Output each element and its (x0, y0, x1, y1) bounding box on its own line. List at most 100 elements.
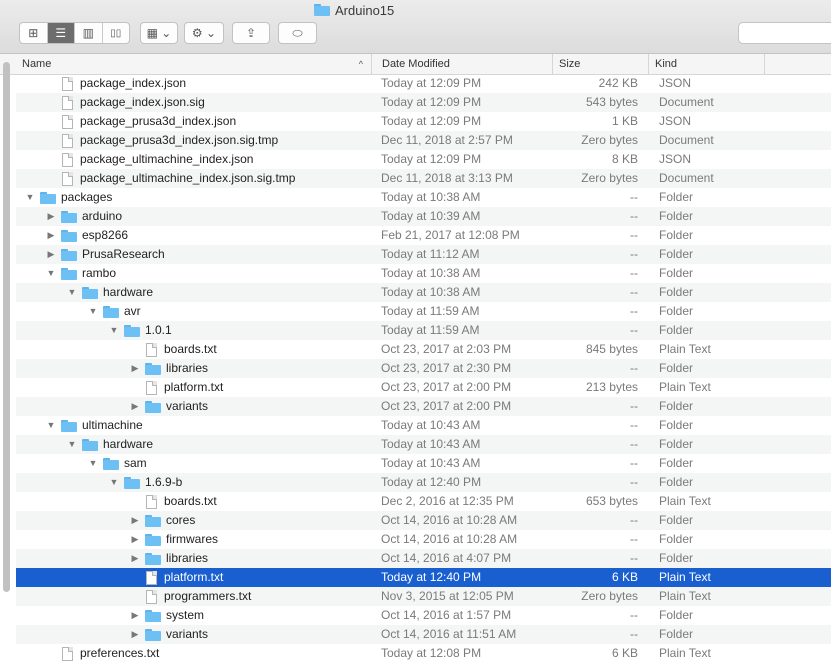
list-view-icon[interactable]: ☰ (47, 23, 75, 43)
disclosure-expanded-icon[interactable]: ▼ (108, 473, 120, 492)
file-name: package_ultimachine_index.json (80, 152, 254, 166)
folder-row[interactable]: ▶ system Oct 14, 2016 at 1:57 PM -- Folder (16, 606, 831, 625)
disclosure-collapsed-icon[interactable]: ▶ (45, 207, 57, 226)
size-cell: -- (630, 551, 638, 565)
kind-cell: Folder (659, 627, 694, 641)
file-row[interactable]: package_prusa3d_index.json.sig.tmp Dec 11… (16, 131, 831, 150)
folder-row[interactable]: ▶ arduino Today at 10:39 AM -- Folder (16, 207, 831, 226)
file-name: 1.6.9-b (145, 475, 183, 489)
kind-cell: Folder (659, 361, 694, 375)
scrollbar-thumb[interactable] (3, 62, 10, 592)
file-name: platform.txt (164, 570, 224, 584)
toolbar: Arduino15 ⊞ ☰ ▥ ▯▯ ▦ ⌄ ⚙ ⌄ ⇪ ⬭ (0, 0, 831, 54)
file-row[interactable]: boards.txt Dec 2, 2016 at 12:35 PM 653 byt… (16, 492, 831, 511)
file-name: package_index.json (80, 76, 187, 90)
disclosure-expanded-icon[interactable]: ▼ (66, 283, 78, 302)
folder-row[interactable]: ▶ libraries Oct 23, 2017 at 2:30 PM -- Folde… (16, 359, 831, 378)
file-row[interactable]: package_index.json.sig Today at 12:09 PM 5… (16, 93, 831, 112)
folder-row[interactable]: ▶ variants Oct 14, 2016 at 11:51 AM -- Folde… (16, 625, 831, 644)
folder-row[interactable]: ▼ 1.0.1 Today at 11:59 AM -- Folder (16, 321, 831, 340)
kind-cell: JSON (659, 114, 692, 128)
folder-row[interactable]: ▼ avr Today at 11:59 AM -- Folder (16, 302, 831, 321)
disclosure-expanded-icon[interactable]: ▼ (87, 302, 99, 321)
icon-view-icon[interactable]: ⊞ (20, 23, 48, 43)
disclosure-expanded-icon[interactable]: ▼ (108, 321, 120, 340)
disclosure-expanded-icon[interactable]: ▼ (45, 416, 57, 435)
folder-row[interactable]: ▼ rambo Today at 10:38 AM -- Folder (16, 264, 831, 283)
disclosure-collapsed-icon[interactable]: ▶ (129, 397, 141, 416)
disclosure-collapsed-icon[interactable]: ▶ (129, 530, 141, 549)
tag-icon: ⬭ (292, 25, 303, 40)
kind-column-header[interactable]: Kind (649, 54, 765, 74)
column-view-icon[interactable]: ▥ (75, 23, 103, 43)
kind-cell: Plain Text (659, 342, 711, 356)
folder-icon (82, 286, 98, 299)
folder-row[interactable]: ▼ 1.6.9-b Today at 12:40 PM -- Folder (16, 473, 831, 492)
folder-row[interactable]: ▼ packages Today at 10:38 AM -- Folder (16, 188, 831, 207)
folder-row[interactable]: ▼ ultimachine Today at 10:43 AM -- Folder (16, 416, 831, 435)
folder-icon (61, 419, 77, 432)
document-icon (146, 380, 157, 395)
file-row[interactable]: package_prusa3d_index.json Today at 12:09… (16, 112, 831, 131)
folder-row[interactable]: ▶ esp8266 Feb 21, 2017 at 12:08 PM -- Folder (16, 226, 831, 245)
folder-row[interactable]: ▶ firmwares Oct 14, 2016 at 10:28 AM -- Fold… (16, 530, 831, 549)
file-name: sam (124, 456, 147, 470)
arrange-button[interactable]: ▦ ⌄ (140, 22, 178, 44)
cover-flow-icon[interactable]: ▯▯ (103, 23, 130, 43)
file-row[interactable]: platform.txt Oct 23, 2017 at 2:00 PM 213 b… (16, 378, 831, 397)
kind-cell: Folder (659, 323, 694, 337)
share-icon: ⇪ (245, 26, 257, 40)
file-row[interactable]: package_index.json Today at 12:09 PM 242 K… (16, 74, 831, 93)
disclosure-collapsed-icon[interactable]: ▶ (129, 359, 141, 378)
vertical-scrollbar[interactable] (3, 58, 11, 658)
disclosure-collapsed-icon[interactable]: ▶ (129, 511, 141, 530)
name-cell: preferences.txt (45, 644, 159, 663)
folder-row[interactable]: ▶ variants Oct 23, 2017 at 2:00 PM -- Folder (16, 397, 831, 416)
disclosure-collapsed-icon[interactable]: ▶ (129, 625, 141, 644)
folder-row[interactable]: ▼ hardware Today at 10:38 AM -- Folder (16, 283, 831, 302)
disclosure-expanded-icon[interactable]: ▼ (66, 435, 78, 454)
folder-row[interactable]: ▶ PrusaResearch Today at 11:12 AM -- Folder (16, 245, 831, 264)
file-row[interactable]: package_ultimachine_index.json.sig.tmp De… (16, 169, 831, 188)
date-modified-cell: Oct 23, 2017 at 2:00 PM (381, 399, 512, 413)
date-modified-cell: Today at 12:09 PM (381, 95, 482, 109)
folder-row[interactable]: ▼ sam Today at 10:43 AM -- Folder (16, 454, 831, 473)
action-button[interactable]: ⚙ ⌄ (184, 22, 224, 44)
folder-row[interactable]: ▶ cores Oct 14, 2016 at 10:28 AM -- Folder (16, 511, 831, 530)
file-row[interactable]: platform.txt Today at 12:40 PM 6 KB Plain T… (16, 568, 831, 587)
name-cell: package_prusa3d_index.json (45, 112, 236, 131)
disclosure-collapsed-icon[interactable]: ▶ (45, 245, 57, 264)
size-cell: -- (630, 418, 638, 432)
folder-row[interactable]: ▼ hardware Today at 10:43 AM -- Folder (16, 435, 831, 454)
document-icon (146, 494, 157, 509)
disclosure-expanded-icon[interactable]: ▼ (45, 264, 57, 283)
name-column-header[interactable]: Name ^ (16, 54, 372, 74)
disclosure-expanded-icon[interactable]: ▼ (24, 188, 36, 207)
date-modified-cell: Oct 23, 2017 at 2:03 PM (381, 342, 512, 356)
size-column-header[interactable]: Size (553, 54, 649, 74)
tag-button[interactable]: ⬭ (278, 22, 317, 44)
name-cell: package_prusa3d_index.json.sig.tmp (45, 131, 278, 150)
file-name: variants (166, 627, 209, 641)
file-row[interactable]: package_ultimachine_index.json Today at 1… (16, 150, 831, 169)
share-button[interactable]: ⇪ (232, 22, 270, 44)
date-column-header[interactable]: Date Modified (376, 54, 553, 74)
folder-row[interactable]: ▶ libraries Oct 14, 2016 at 4:07 PM -- Folde… (16, 549, 831, 568)
kind-cell: Plain Text (659, 570, 711, 584)
disclosure-collapsed-icon[interactable]: ▶ (129, 549, 141, 568)
kind-cell: Document (659, 95, 714, 109)
disclosure-collapsed-icon[interactable]: ▶ (45, 226, 57, 245)
disclosure-collapsed-icon[interactable]: ▶ (129, 606, 141, 625)
file-row[interactable]: preferences.txt Today at 12:08 PM 6 KB Plai… (16, 644, 831, 663)
kind-cell: Folder (659, 513, 694, 527)
date-modified-cell: Today at 12:40 PM (381, 475, 482, 489)
disclosure-expanded-icon[interactable]: ▼ (87, 454, 99, 473)
search-field[interactable] (738, 22, 831, 44)
name-cell: ▶ variants (129, 397, 209, 416)
file-row[interactable]: boards.txt Oct 23, 2017 at 2:03 PM 845 byt… (16, 340, 831, 359)
file-list: package_index.json Today at 12:09 PM 242 K… (0, 74, 831, 666)
file-row[interactable]: programmers.txt Nov 3, 2015 at 12:05 PM Ze… (16, 587, 831, 606)
kind-cell: Folder (659, 304, 694, 318)
name-cell: package_index.json.sig (45, 93, 205, 112)
folder-icon (145, 533, 161, 546)
